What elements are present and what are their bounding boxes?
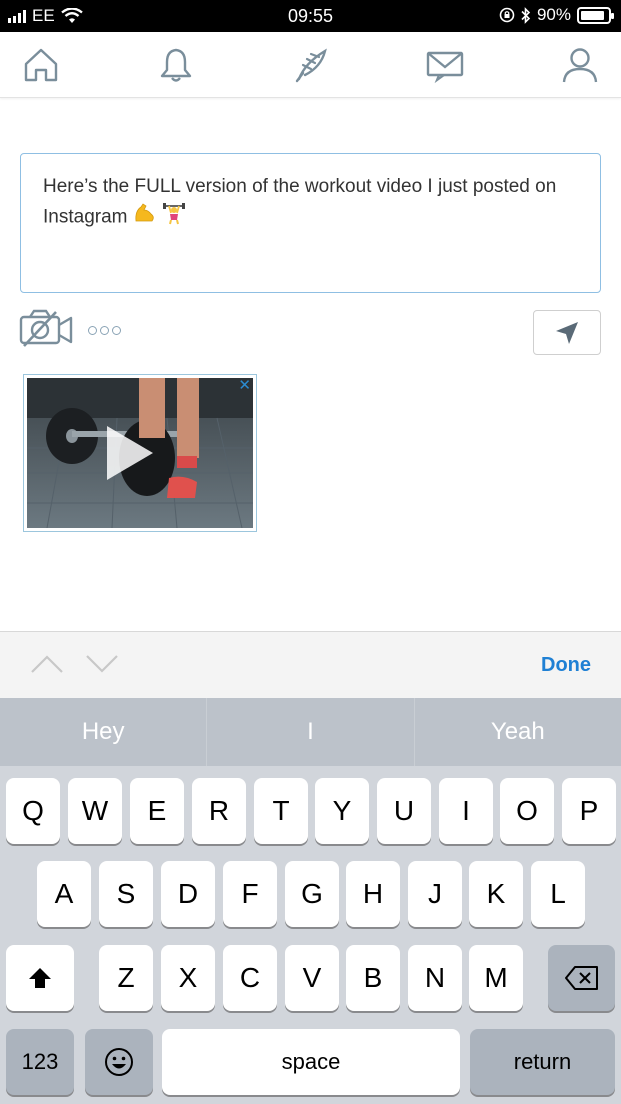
backspace-icon xyxy=(564,966,598,990)
more-dots-icon[interactable] xyxy=(88,325,121,335)
key-b[interactable]: B xyxy=(346,945,400,1011)
key-f[interactable]: F xyxy=(223,861,277,927)
suggestion-item[interactable]: Hey xyxy=(0,698,208,766)
key-o[interactable]: O xyxy=(500,778,554,844)
key-e[interactable]: E xyxy=(130,778,184,844)
emoji-icon xyxy=(105,1048,133,1076)
key-n[interactable]: N xyxy=(408,945,462,1011)
suggestion-item[interactable]: I xyxy=(207,698,415,766)
key-t[interactable]: T xyxy=(254,778,308,844)
chevron-up-icon[interactable] xyxy=(30,652,64,676)
key-l[interactable]: L xyxy=(531,861,585,927)
send-button[interactable] xyxy=(533,310,601,355)
weightlifter-emoji xyxy=(162,201,186,234)
status-bar: EE 09:55 90% xyxy=(0,0,621,32)
key-u[interactable]: U xyxy=(377,778,431,844)
key-z[interactable]: Z xyxy=(99,945,153,1011)
camera-off-icon[interactable] xyxy=(18,308,74,353)
video-attachment[interactable]: ✕ xyxy=(23,374,257,532)
suggestion-item[interactable]: Yeah xyxy=(415,698,621,766)
key-x[interactable]: X xyxy=(161,945,215,1011)
key-a[interactable]: A xyxy=(37,861,91,927)
emoji-key[interactable] xyxy=(85,1029,153,1095)
battery-percent: 90% xyxy=(536,5,571,24)
key-j[interactable]: J xyxy=(408,861,462,927)
compose-text: Here’s the FULL version of the workout v… xyxy=(43,176,557,228)
key-r[interactable]: R xyxy=(192,778,246,844)
chevron-down-icon[interactable] xyxy=(85,652,119,676)
home-icon[interactable] xyxy=(20,44,62,86)
bluetooth-icon xyxy=(521,6,531,24)
feather-icon[interactable] xyxy=(290,44,332,86)
battery-fill xyxy=(581,10,605,20)
workout-image xyxy=(27,378,253,528)
done-button[interactable]: Done xyxy=(541,654,591,677)
status-right: 90% xyxy=(499,5,614,25)
key-p[interactable]: P xyxy=(562,778,616,844)
compose-tools xyxy=(18,308,121,352)
key-w[interactable]: W xyxy=(68,778,122,844)
compose-textarea[interactable]: Here’s the FULL version of the workout v… xyxy=(20,153,601,293)
flexed-biceps-emoji xyxy=(133,201,157,234)
nav-bar xyxy=(0,32,621,98)
backspace-key[interactable] xyxy=(548,945,615,1011)
key-q[interactable]: Q xyxy=(6,778,60,844)
bell-icon[interactable] xyxy=(155,44,197,86)
predictive-suggestions: Hey I Yeah xyxy=(0,698,621,766)
key-y[interactable]: Y xyxy=(315,778,369,844)
key-d[interactable]: D xyxy=(161,861,215,927)
keyboard-accessory-bar: Done xyxy=(0,631,621,698)
space-key[interactable]: space xyxy=(162,1029,460,1095)
key-v[interactable]: V xyxy=(285,945,339,1011)
shift-arrow-icon xyxy=(29,968,51,988)
remove-media-button[interactable]: ✕ xyxy=(238,378,251,393)
key-m[interactable]: M xyxy=(469,945,523,1011)
battery-icon xyxy=(577,6,614,24)
numbers-key[interactable]: 123 xyxy=(6,1029,74,1095)
video-thumbnail: ✕ xyxy=(27,378,253,528)
key-g[interactable]: G xyxy=(285,861,339,927)
shift-key[interactable] xyxy=(6,945,74,1011)
key-h[interactable]: H xyxy=(346,861,400,927)
user-icon[interactable] xyxy=(559,44,601,86)
orientation-lock-icon xyxy=(499,7,515,23)
key-i[interactable]: I xyxy=(439,778,493,844)
key-s[interactable]: S xyxy=(99,861,153,927)
keyboard: Q W E R T Y U I O P A S D F G H J K L Z … xyxy=(0,766,621,1104)
send-arrow-icon xyxy=(556,321,578,344)
return-key[interactable]: return xyxy=(470,1029,615,1095)
key-c[interactable]: C xyxy=(223,945,277,1011)
key-k[interactable]: K xyxy=(469,861,523,927)
envelope-icon[interactable] xyxy=(424,44,466,86)
